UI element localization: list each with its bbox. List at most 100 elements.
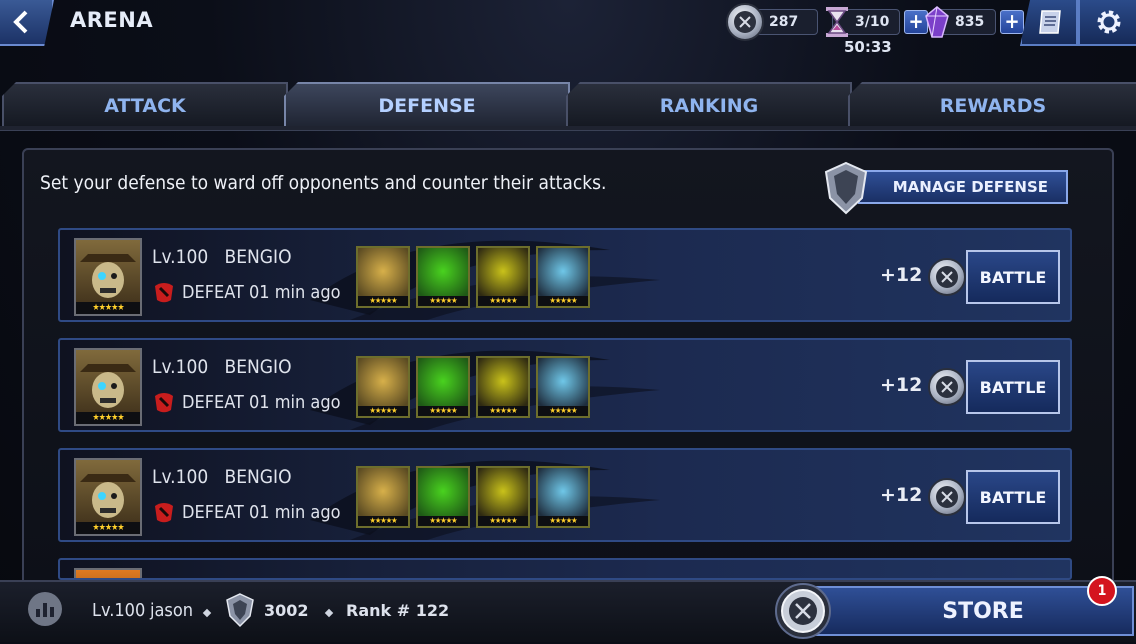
energy-counter: 3/10 + — [824, 7, 928, 37]
star-rating: ★★★★★ — [76, 302, 140, 314]
star-rating: ★★★★★ — [358, 406, 408, 416]
defender-portrait: ★★★★★ — [416, 356, 470, 418]
defender-portrait: ★★★★★ — [476, 356, 530, 418]
opponent-avatar[interactable]: ★★★★★ — [74, 458, 142, 536]
battle-label: BATTLE — [979, 377, 1047, 397]
tab-attack[interactable]: ATTACK — [2, 82, 288, 130]
gear-icon — [1097, 10, 1121, 34]
defender-portrait: ★★★★★ — [476, 466, 530, 528]
skull-portrait-icon — [80, 474, 136, 518]
star-rating: ★★★★★ — [358, 516, 408, 526]
battle-status: DEFEAT 01 min ago — [152, 390, 341, 414]
battle-button[interactable]: BATTLE — [966, 360, 1060, 414]
battle-status: DEFEAT 01 min ago — [152, 280, 341, 304]
battle-time: 01 min ago — [248, 391, 341, 413]
star-rating: ★★★★★ — [478, 406, 528, 416]
defender-portrait: ★★★★★ — [356, 246, 410, 308]
points-reward: +12 — [880, 264, 923, 286]
player-rank: Rank # 122 — [346, 601, 450, 620]
star-rating: ★★★★★ — [418, 516, 468, 526]
store-label: STORE — [942, 598, 1024, 624]
tab-label: DEFENSE — [378, 95, 476, 117]
defender-portrait: ★★★★★ — [416, 246, 470, 308]
arena-coin-icon — [928, 478, 966, 516]
battle-button[interactable]: BATTLE — [966, 470, 1060, 524]
defender-portrait: ★★★★★ — [356, 356, 410, 418]
opponent-name: BENGIO — [224, 466, 292, 488]
battle-button[interactable]: BATTLE — [966, 250, 1060, 304]
bar-chart-icon — [36, 603, 54, 617]
star-rating: ★★★★★ — [538, 516, 588, 526]
points-reward: +12 — [880, 374, 923, 396]
list-item: ★★★★★ Lv.100 BENGIO DEFEAT 01 min ago ★★… — [58, 338, 1072, 432]
battle-result: DEFEAT — [182, 501, 244, 523]
add-crystal-button[interactable]: + — [1000, 10, 1024, 34]
arena-coin-counter: 287 — [726, 3, 818, 41]
top-bar: ARENA 287 3/10 + 50:33 835 + — [0, 0, 1136, 80]
opponent-level: Lv.100 — [152, 356, 209, 378]
defender-portrait: ★★★★★ — [536, 466, 590, 528]
opponent-avatar[interactable]: ★★★★★ — [74, 348, 142, 426]
star-rating: ★★★★★ — [538, 296, 588, 306]
opponent-level: Lv.100 — [152, 466, 209, 488]
settings-button[interactable] — [1078, 0, 1136, 46]
list-item: ★★★★★ Lv.100 BENGIO DEFEAT 01 min ago ★★… — [58, 228, 1072, 322]
opponent-info: Lv.100 BENGIO — [152, 246, 292, 268]
crystal-counter: 835 + — [924, 6, 1024, 38]
battle-result: DEFEAT — [182, 391, 244, 413]
chevron-left-icon — [13, 10, 28, 34]
arena-coin-icon — [726, 3, 764, 41]
crystal-icon — [925, 6, 949, 38]
list-item: ★★★★★ Lv.100 BENGIO DEFEAT 01 min ago ★★… — [58, 448, 1072, 542]
tab-label: ATTACK — [104, 95, 186, 117]
tab-divider — [0, 126, 1136, 131]
manage-defense-button[interactable]: MANAGE DEFENSE — [858, 170, 1068, 204]
battle-label: BATTLE — [979, 487, 1047, 507]
arena-coin-icon — [774, 582, 832, 640]
store-notification-badge: 1 — [1087, 576, 1117, 606]
defender-portrait: ★★★★★ — [476, 246, 530, 308]
battle-result: DEFEAT — [182, 281, 244, 303]
defender-portrait: ★★★★★ — [536, 246, 590, 308]
hourglass-icon — [826, 7, 848, 37]
opponent-level: Lv.100 — [152, 246, 209, 268]
scroll-icon — [1039, 10, 1061, 34]
battle-time: 01 min ago — [248, 501, 341, 523]
opponent-avatar[interactable]: ★★★★★ — [74, 238, 142, 316]
defeat-icon — [155, 283, 173, 303]
player-score: 3002 — [264, 601, 309, 620]
battle-label: BATTLE — [979, 267, 1047, 287]
player-level: Lv.100 — [92, 600, 146, 621]
energy-timer: 50:33 — [844, 38, 892, 56]
skull-portrait-icon — [80, 364, 136, 408]
star-rating: ★★★★★ — [76, 412, 140, 424]
opponent-info: Lv.100 BENGIO — [152, 356, 292, 378]
shield-rating-icon — [226, 593, 254, 628]
page-title: ARENA — [70, 8, 154, 32]
defender-portrait: ★★★★★ — [536, 356, 590, 418]
tab-label: REWARDS — [939, 95, 1047, 117]
star-rating: ★★★★★ — [76, 522, 140, 534]
star-rating: ★★★★★ — [478, 516, 528, 526]
list-item — [58, 558, 1072, 580]
defeat-icon — [155, 393, 173, 413]
defeat-icon — [155, 503, 173, 523]
points-reward: +12 — [880, 484, 923, 506]
back-button[interactable] — [0, 0, 54, 46]
defense-description: Set your defense to ward off opponents a… — [40, 172, 607, 194]
battle-status: DEFEAT 01 min ago — [152, 500, 341, 524]
stats-button[interactable] — [28, 592, 62, 626]
tab-defense[interactable]: DEFENSE — [284, 82, 570, 130]
battle-time: 01 min ago — [248, 281, 341, 303]
tab-rewards[interactable]: REWARDS — [848, 82, 1136, 130]
tab-label: RANKING — [659, 95, 759, 117]
star-rating: ★★★★★ — [538, 406, 588, 416]
defender-portrait: ★★★★★ — [416, 466, 470, 528]
arena-coin-icon — [928, 258, 966, 296]
quest-log-button[interactable] — [1020, 0, 1078, 46]
store-button[interactable]: STORE — [812, 586, 1134, 636]
opponent-avatar — [74, 568, 142, 578]
tab-ranking[interactable]: RANKING — [566, 82, 852, 130]
star-rating: ★★★★★ — [418, 406, 468, 416]
star-rating: ★★★★★ — [418, 296, 468, 306]
